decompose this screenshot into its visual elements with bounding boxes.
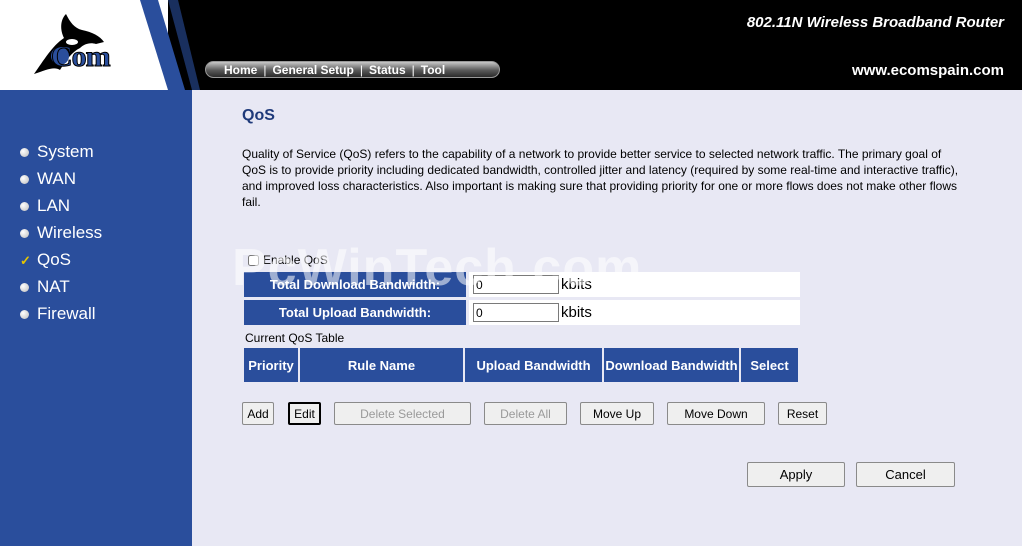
upload-bandwidth-cell: kbits <box>469 300 800 325</box>
column-header-select: Select <box>741 348 798 382</box>
header: Com 802.11N Wireless Broadband Router ww… <box>0 0 1022 90</box>
bullet-icon <box>20 147 29 157</box>
column-header-rule-name: Rule Name <box>300 348 463 382</box>
move-down-button[interactable]: Move Down <box>667 402 765 425</box>
sidebar-item-label: Wireless <box>37 223 103 242</box>
enable-qos-label: Enable QoS <box>263 253 328 267</box>
nav-separator: | <box>263 62 267 77</box>
add-button[interactable]: Add <box>242 402 274 425</box>
qos-table-header: Priority Rule Name Upload Bandwidth Down… <box>244 348 798 382</box>
sidebar-item-label: LAN <box>37 196 71 215</box>
sidebar-item-firewall[interactable]: Firewall <box>20 304 96 324</box>
checkmark-icon: ✓ <box>20 252 31 268</box>
bullet-icon <box>20 201 29 211</box>
website-url: www.ecomspain.com <box>852 62 1004 79</box>
sidebar-item-label: QoS <box>37 250 72 269</box>
enable-qos-option: Enable QoS <box>248 253 328 267</box>
sidebar-item-label: System <box>37 142 94 161</box>
qos-table-caption: Current QoS Table <box>245 331 345 345</box>
reset-button[interactable]: Reset <box>778 402 827 425</box>
apply-button[interactable]: Apply <box>747 462 845 487</box>
main-content: QoS Quality of Service (QoS) refers to t… <box>192 90 1022 546</box>
sidebar-item-wireless[interactable]: Wireless <box>20 223 102 243</box>
sidebar-item-qos[interactable]: ✓ QoS <box>20 250 71 270</box>
nav-tool[interactable]: Tool <box>421 63 445 77</box>
column-header-upload-bandwidth: Upload Bandwidth <box>465 348 602 382</box>
bullet-icon <box>20 282 29 292</box>
cancel-button[interactable]: Cancel <box>856 462 955 487</box>
delete-all-button[interactable]: Delete All <box>484 402 567 425</box>
enable-qos-checkbox[interactable] <box>248 254 259 266</box>
sidebar-item-wan[interactable]: WAN <box>20 169 76 189</box>
header-accent-stripe <box>140 0 200 90</box>
sidebar-item-label: NAT <box>37 277 70 296</box>
sidebar-item-system[interactable]: System <box>20 142 94 162</box>
bullet-icon <box>20 174 29 184</box>
sidebar-item-label: Firewall <box>37 304 96 323</box>
column-header-priority: Priority <box>244 348 298 382</box>
page-title: QoS <box>242 107 275 124</box>
nav-separator: | <box>411 62 415 77</box>
nav-separator: | <box>359 62 363 77</box>
column-header-download-bandwidth: Download Bandwidth <box>604 348 739 382</box>
nav-home[interactable]: Home <box>224 63 257 77</box>
upload-bandwidth-input[interactable] <box>473 303 559 322</box>
download-bandwidth-label: Total Download Bandwidth: <box>244 272 466 297</box>
download-bandwidth-row: Total Download Bandwidth: kbits <box>244 272 800 297</box>
bullet-icon <box>20 309 29 319</box>
sidebar-item-lan[interactable]: LAN <box>20 196 70 216</box>
sidebar-item-label: WAN <box>37 169 77 188</box>
page-description: Quality of Service (QoS) refers to the c… <box>242 147 959 209</box>
sidebar-item-nat[interactable]: NAT <box>20 277 70 297</box>
download-bandwidth-unit: kbits <box>561 276 592 293</box>
download-bandwidth-input[interactable] <box>473 275 559 294</box>
upload-bandwidth-label: Total Upload Bandwidth: <box>244 300 466 325</box>
bullet-icon <box>20 228 29 238</box>
nav-status[interactable]: Status <box>369 63 406 77</box>
nav-general-setup[interactable]: General Setup <box>272 63 353 77</box>
move-up-button[interactable]: Move Up <box>580 402 654 425</box>
download-bandwidth-cell: kbits <box>469 272 800 297</box>
upload-bandwidth-row: Total Upload Bandwidth: kbits <box>244 300 800 325</box>
edit-button[interactable]: Edit <box>288 402 321 425</box>
sidebar: System WAN LAN Wireless ✓ QoS NAT Firewa… <box>0 90 192 546</box>
product-name: 802.11N Wireless Broadband Router <box>746 14 1004 31</box>
delete-selected-button[interactable]: Delete Selected <box>334 402 471 425</box>
top-navigation: Home | General Setup | Status | Tool <box>205 61 500 78</box>
upload-bandwidth-unit: kbits <box>561 304 592 321</box>
